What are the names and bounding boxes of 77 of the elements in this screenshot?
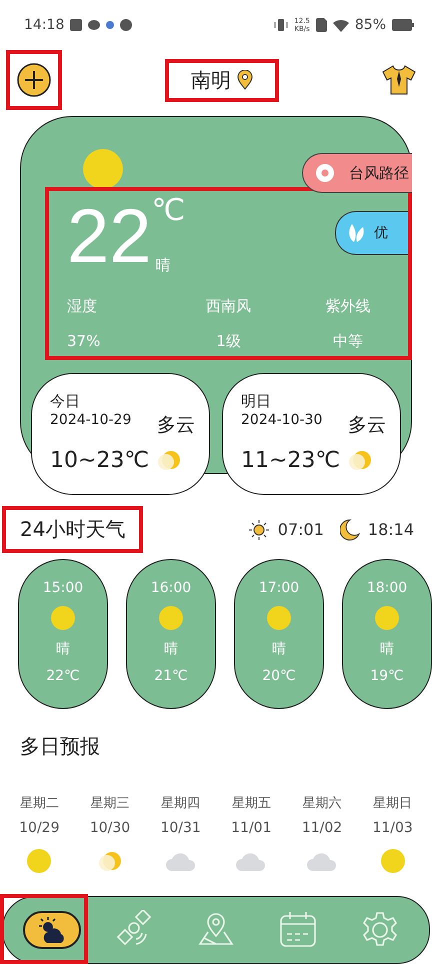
location-name[interactable]: 南明: [191, 66, 231, 94]
condition-label: 晴: [155, 256, 170, 275]
condition-label: 多云: [157, 413, 195, 438]
typhoon-path-button[interactable]: 台风路径: [302, 153, 412, 193]
shirt-icon[interactable]: [382, 65, 416, 95]
temperature-range: 11~23℃: [241, 448, 342, 472]
date-label: 11/01: [231, 820, 272, 836]
detail-value: 1级: [216, 332, 241, 351]
date-label: 11/03: [372, 820, 413, 836]
wifi-icon: [332, 18, 349, 32]
sunrise-icon: [248, 518, 270, 540]
condition-label: 晴: [56, 640, 70, 658]
moon-icon: [340, 518, 360, 540]
detail-label: 紫外线: [326, 297, 371, 316]
condition-label: 晴: [380, 640, 394, 658]
sunset-time: 18:14: [368, 520, 414, 539]
weekday-label: 星期二: [20, 795, 59, 812]
weekday-label: 星期五: [232, 795, 271, 812]
plus-icon: [17, 63, 51, 97]
partly-cloudy-icon: [98, 849, 122, 873]
hour-temperature: 21℃: [154, 668, 188, 684]
hour-temperature: 22℃: [46, 668, 80, 684]
vibrate-icon: [274, 18, 288, 32]
date-label: 2024-10-29: [50, 412, 132, 430]
sun-icon: [51, 606, 75, 630]
condition-label: 晴: [164, 640, 178, 658]
condition-label: 晴: [272, 640, 286, 658]
location-pin-icon: [237, 70, 253, 90]
detail-label: 西南风: [206, 297, 251, 316]
hour-time: 17:00: [258, 580, 300, 596]
day-label: 明日: [241, 392, 272, 412]
typhoon-icon: [315, 163, 335, 183]
calendar-icon: [278, 910, 318, 950]
sun-icon: [159, 606, 183, 630]
condition-label: 多云: [348, 413, 386, 438]
partly-cloudy-icon: [157, 448, 181, 472]
section-title: 多日预报: [20, 734, 100, 758]
day-label: 今日: [50, 392, 81, 412]
weekday-label: 星期六: [302, 795, 342, 812]
temperature-range: 10~23℃: [50, 448, 150, 472]
section-title: 24小时天气: [20, 517, 126, 541]
sun-icon: [267, 606, 291, 630]
sun-icon: [375, 606, 399, 630]
day-card[interactable]: 今日 2024-10-29 多云 10~23℃: [31, 373, 210, 495]
weekday-label: 星期日: [373, 795, 412, 812]
battery-percent: 85%: [354, 17, 386, 33]
date-label: 10/31: [160, 820, 201, 836]
sunrise-time: 07:01: [278, 520, 324, 539]
weekday-label: 星期三: [90, 795, 130, 812]
temperature: 22: [67, 199, 152, 275]
hour-time: 16:00: [150, 580, 192, 596]
clock-time: 14:18: [24, 17, 64, 33]
cloud-icon: [166, 851, 196, 871]
detail-label: 湿度: [66, 297, 97, 316]
detail-value: 37%: [66, 332, 100, 351]
temperature-unit: ℃: [152, 193, 186, 228]
air-quality-badge[interactable]: 优: [335, 211, 408, 255]
sun-icon: [27, 849, 52, 873]
day-card[interactable]: 明日 2024-10-30 多云 11~23℃: [222, 373, 401, 495]
battery-icon: [392, 19, 414, 31]
cloud-icon: [306, 851, 337, 871]
hour-temperature: 20℃: [262, 668, 296, 684]
sun-icon: [83, 149, 123, 189]
nav-tab[interactable]: [23, 911, 81, 949]
detail-value: 中等: [333, 332, 364, 351]
date-label: 2024-10-30: [241, 412, 324, 430]
hour-time: 18:00: [366, 580, 408, 596]
cloud-icon: [236, 851, 266, 871]
sim-icon: [316, 18, 327, 32]
partly-cloudy-icon: [348, 448, 372, 472]
sun-icon: [380, 849, 405, 873]
date-label: 10/29: [19, 820, 60, 836]
date-label: 10/30: [90, 820, 130, 836]
weekday-label: 星期四: [161, 795, 200, 812]
hour-time: 15:00: [42, 580, 84, 596]
date-label: 11/02: [302, 820, 342, 836]
hour-temperature: 19℃: [370, 668, 404, 684]
